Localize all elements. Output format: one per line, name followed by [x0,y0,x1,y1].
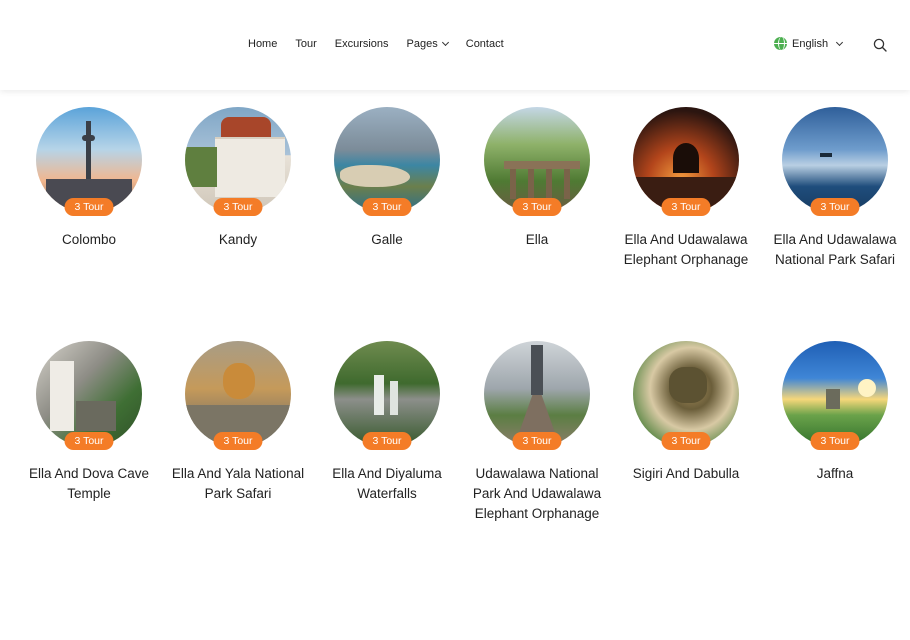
destination-name: Ella And Yala National Park Safari [171,466,305,501]
nav-excursions-label: Excursions [334,38,389,50]
nav-tour-label: Tour [295,38,317,50]
nav-contact[interactable]: Contact [466,38,504,50]
destination-card[interactable]: 3 Tour Ella And Diyaluma Waterfalls [312,341,462,504]
destination-card[interactable]: 3 Tour Jaffna [760,341,910,484]
site-header: Home Tour Excursions Pages Contact Engli… [0,0,910,90]
destination-card[interactable]: 3 Tour Sigiri And Dabulla [611,341,761,484]
tour-count-badge: 3 Tour [64,198,114,216]
tour-count-badge: 3 Tour [661,432,711,450]
destination-card[interactable]: 3 Tour Ella And Udawalawa Elephant Orpha… [611,107,761,270]
nav-home-label: Home [248,38,278,50]
destination-card[interactable]: 3 Tour Udawalawa National Park And Udawa… [462,341,612,524]
destination-name: Colombo [61,232,117,247]
destination-card[interactable]: 3 Tour Galle [312,107,462,250]
destination-card[interactable]: 3 Tour Ella And Dova Cave Temple [14,341,164,504]
tour-count-badge: 3 Tour [810,432,860,450]
tour-count-badge: 3 Tour [512,432,562,450]
destination-name: Ella And Udawalawa National Park Safari [773,232,897,267]
language-selector[interactable]: English [774,37,844,50]
search-icon[interactable] [873,38,887,52]
destination-name: Kandy [218,232,258,247]
destination-name: Jaffna [816,466,854,481]
tour-count-badge: 3 Tour [213,198,263,216]
tour-count-badge: 3 Tour [362,432,412,450]
globe-icon [774,37,787,50]
tour-count-badge: 3 Tour [661,198,711,216]
destination-card[interactable]: 3 Tour Kandy [163,107,313,250]
tour-count-badge: 3 Tour [64,432,114,450]
main-nav: Home Tour Excursions Pages Contact [248,38,522,50]
destination-card[interactable]: 3 Tour Ella And Udawalawa National Park … [760,107,910,270]
tour-count-badge: 3 Tour [810,198,860,216]
tour-count-badge: 3 Tour [362,198,412,216]
destination-name: Galle [371,232,403,247]
destination-name: Ella And Diyaluma Waterfalls [332,466,442,501]
destination-name: Ella And Dova Cave Temple [28,466,150,501]
destination-card[interactable]: 3 Tour Colombo [14,107,164,250]
destination-card[interactable]: 3 Tour Ella And Yala National Park Safar… [163,341,313,504]
chevron-down-icon [441,38,449,47]
destination-name: Ella And Udawalawa Elephant Orphanage [623,232,749,267]
nav-pages[interactable]: Pages [406,38,449,50]
nav-home[interactable]: Home [248,38,277,50]
nav-excursions[interactable]: Excursions [335,38,389,50]
language-label: English [792,37,829,50]
destination-name: Udawalawa National Park And Udawalawa El… [472,466,602,521]
destination-card[interactable]: 3 Tour Ella [462,107,612,250]
chevron-down-icon [836,38,844,46]
nav-tour[interactable]: Tour [295,38,316,50]
nav-contact-label: Contact [465,38,504,50]
tour-count-badge: 3 Tour [512,198,562,216]
nav-pages-label: Pages [406,38,438,50]
tour-count-badge: 3 Tour [213,432,263,450]
destination-name: Sigiri And Dabulla [632,466,740,481]
destination-name: Ella [525,232,549,247]
